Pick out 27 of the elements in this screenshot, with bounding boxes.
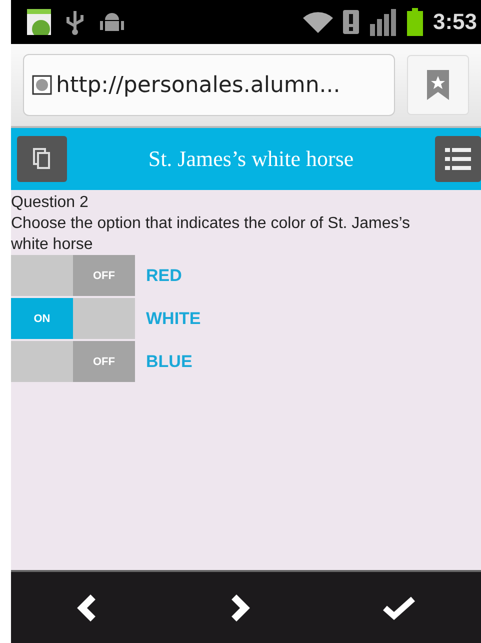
toggle-switch[interactable]: OFF: [11, 341, 135, 382]
bookmark-button[interactable]: [407, 55, 469, 115]
battery-icon: [406, 8, 423, 36]
copy-icon: [33, 148, 51, 170]
confirm-button[interactable]: [382, 594, 416, 620]
clock-time: 3:53: [432, 9, 477, 35]
toggle-switch[interactable]: OFF: [11, 255, 135, 296]
option-label: BLUE: [146, 352, 192, 372]
url-field[interactable]: http://personales.alumn...: [23, 54, 395, 116]
globe-icon: [32, 75, 52, 95]
alert-icon: [342, 10, 359, 34]
android-icon: [99, 10, 125, 34]
copy-button[interactable]: [17, 136, 67, 182]
question-text: Choose the option that indicates the color of St. James’s white horse: [11, 214, 412, 255]
usb-icon: [65, 9, 85, 35]
gallery-icon: [27, 9, 51, 35]
wifi-icon: [302, 11, 333, 33]
back-button[interactable]: [76, 592, 98, 622]
option-label: WHITE: [146, 308, 201, 328]
bookmark-star-icon: [427, 70, 449, 100]
option-label: RED: [146, 266, 182, 286]
question-title: Question 2: [11, 193, 90, 213]
page-title: St. James’s white horse: [147, 146, 355, 172]
list-button[interactable]: [435, 136, 481, 182]
list-icon: [445, 147, 471, 171]
signal-icon: [368, 8, 397, 36]
forward-button[interactable]: [228, 592, 251, 622]
